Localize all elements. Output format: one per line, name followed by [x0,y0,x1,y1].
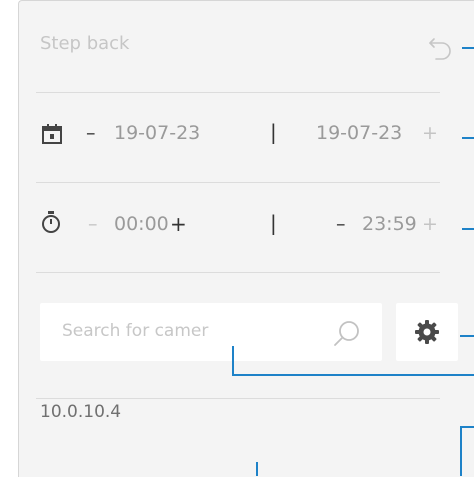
divider [36,398,440,399]
camera-list-item[interactable]: 10.0.10.4 [40,402,121,422]
time-end-increment-button[interactable]: + [422,213,438,235]
callout-line [460,335,474,337]
callout-line [462,47,474,49]
camera-settings-button[interactable] [396,303,458,361]
time-end-decrement-button[interactable]: – [336,213,346,235]
camera-search-input[interactable]: Search for camer [40,303,382,361]
time-start-value[interactable]: 00:00 [114,213,169,235]
divider [36,182,440,183]
callout-line [232,346,234,376]
callout-line [256,462,258,476]
callout-line [460,426,462,476]
time-end-value[interactable]: 23:59 [362,213,417,235]
time-range-separator: | [270,211,277,235]
callout-line [460,426,474,428]
divider [36,92,440,93]
date-range-separator: | [270,120,277,144]
time-start-decrement-button[interactable]: – [88,213,98,235]
date-end-increment-button[interactable]: + [422,122,438,144]
stopwatch-icon[interactable] [40,210,62,234]
date-end-value[interactable]: 19-07-23 [316,122,402,144]
callout-line [462,228,474,230]
date-start-value[interactable]: 19-07-23 [114,122,200,144]
time-start-increment-button[interactable]: + [170,212,187,236]
callout-line [232,374,474,376]
undo-icon[interactable] [424,30,458,64]
callout-line [462,137,474,139]
step-back-label[interactable]: Step back [40,33,129,54]
gear-icon [415,320,439,344]
search-icon[interactable] [332,319,362,349]
divider [36,272,440,273]
calendar-icon[interactable] [40,122,64,146]
date-start-decrement-button[interactable]: – [86,122,96,144]
search-placeholder: Search for camer [62,321,209,341]
